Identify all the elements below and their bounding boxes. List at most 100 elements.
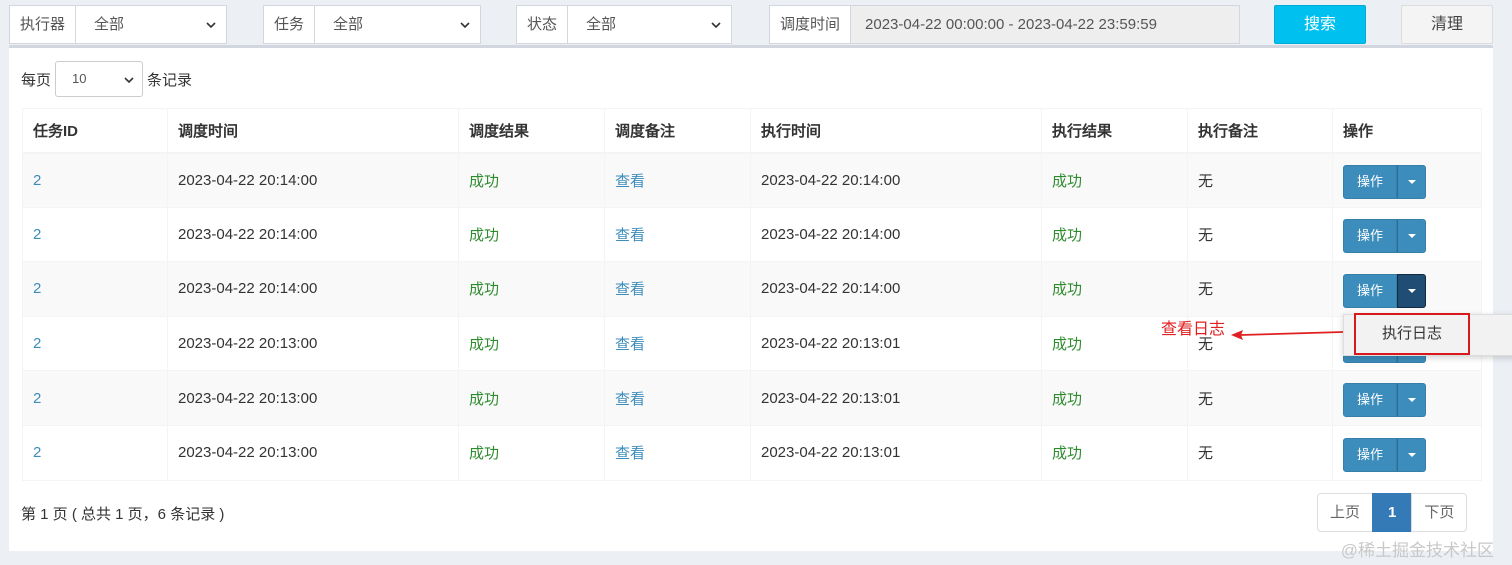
menu-item-exec-log[interactable]: 执行日志: [1354, 313, 1470, 355]
exec-result: 成功: [1041, 424, 1188, 481]
operation-button-group: 操作: [1343, 437, 1426, 472]
trigger-note-link[interactable]: 查看: [604, 424, 751, 481]
trigger-result: 成功: [458, 370, 605, 426]
operation-dropdown-toggle[interactable]: [1397, 165, 1426, 200]
caret-down-icon: [1408, 234, 1416, 239]
header-exec-time: 执行时间: [750, 108, 1042, 154]
exec-result: 成功: [1041, 370, 1188, 426]
trigger-result: 成功: [458, 206, 605, 263]
exec-result: 成功: [1041, 261, 1188, 317]
task-id-link[interactable]: 2: [22, 424, 168, 481]
table-row: 2 2023-04-22 20:14:00 成功 查看 2023-04-22 2…: [22, 206, 1482, 263]
caret-down-icon: [1408, 398, 1416, 403]
trigger-note-link[interactable]: 查看: [604, 152, 751, 208]
operation-button[interactable]: 操作: [1343, 219, 1397, 254]
chevron-down-icon: [711, 22, 721, 29]
status-select[interactable]: 全部: [568, 6, 731, 43]
exec-time: 2023-04-22 20:13:01: [750, 315, 1042, 372]
table-row: 2 2023-04-22 20:13:00 成功 查看 2023-04-22 2…: [22, 424, 1482, 481]
search-button[interactable]: 搜索: [1274, 5, 1366, 44]
prev-page-button[interactable]: 上页: [1317, 493, 1374, 532]
page-size-control: 每页 10 条记录: [21, 61, 192, 97]
task-id-link[interactable]: 2: [22, 315, 168, 372]
header-trigger-time: 调度时间: [167, 108, 459, 154]
time-range-input[interactable]: 2023-04-22 00:00:00 - 2023-04-22 23:59:5…: [851, 6, 1239, 43]
header-exec-note: 执行备注: [1187, 108, 1333, 154]
task-select[interactable]: 全部: [315, 6, 480, 43]
operation-cell: 操作: [1332, 152, 1482, 208]
page-1-button[interactable]: 1: [1372, 493, 1413, 532]
page-size-value: 10: [72, 71, 87, 86]
operation-dropdown-toggle[interactable]: [1397, 273, 1426, 308]
trigger-note-link[interactable]: 查看: [604, 370, 751, 426]
page-size-select[interactable]: 10: [55, 61, 144, 97]
operation-button[interactable]: 操作: [1343, 437, 1397, 472]
task-id-link[interactable]: 2: [22, 152, 168, 208]
caret-down-icon: [1408, 452, 1416, 457]
exec-note: 无: [1187, 424, 1333, 481]
trigger-time: 2023-04-22 20:14:00: [167, 206, 459, 263]
header-task-id: 任务ID: [22, 108, 168, 154]
operation-button[interactable]: 操作: [1343, 273, 1397, 308]
annotation-label: 查看日志: [1161, 321, 1226, 338]
watermark: @稀土掘金技术社区: [1340, 541, 1494, 560]
task-id-link[interactable]: 2: [22, 370, 168, 426]
trigger-time: 2023-04-22 20:13:00: [167, 315, 459, 372]
operation-button-group: 操作: [1343, 273, 1426, 308]
operation-dropdown-toggle[interactable]: [1397, 219, 1426, 254]
exec-note: 无: [1187, 261, 1333, 317]
trigger-time: 2023-04-22 20:13:00: [167, 370, 459, 426]
exec-note: 无: [1187, 370, 1333, 426]
executor-select-value: 全部: [94, 16, 125, 33]
chevron-down-icon: [206, 22, 216, 29]
trigger-note-link[interactable]: 查看: [604, 206, 751, 263]
header-trigger-note: 调度备注: [604, 108, 751, 154]
log-table: 任务ID 调度时间 调度结果 调度备注 执行时间 执行结果 执行备注 操作 2 …: [22, 108, 1482, 481]
executor-label: 执行器: [10, 6, 77, 43]
exec-time: 2023-04-22 20:14:00: [750, 206, 1042, 263]
pagination: 上页 1 下页: [1317, 493, 1468, 532]
chevron-down-icon: [460, 22, 470, 29]
operation-dropdown-toggle[interactable]: [1397, 437, 1426, 472]
operation-button[interactable]: 操作: [1343, 165, 1397, 200]
clear-button[interactable]: 清理: [1401, 5, 1493, 44]
operation-button[interactable]: 操作: [1343, 383, 1397, 418]
operation-cell: 操作: [1332, 206, 1482, 263]
operation-dropdown-toggle[interactable]: [1397, 383, 1426, 418]
trigger-result: 成功: [458, 424, 605, 481]
trigger-time: 2023-04-22 20:14:00: [167, 261, 459, 317]
operation-button-group: 操作: [1343, 383, 1426, 418]
exec-time: 2023-04-22 20:14:00: [750, 261, 1042, 317]
operation-cell: 操作: [1332, 370, 1482, 426]
operation-cell: 操作: [1332, 424, 1482, 481]
trigger-time: 2023-04-22 20:13:00: [167, 424, 459, 481]
trigger-result: 成功: [458, 315, 605, 372]
table-row: 2 2023-04-22 20:13:00 成功 查看 2023-04-22 2…: [22, 315, 1482, 372]
executor-filter: 执行器 全部: [9, 5, 227, 44]
table-header-row: 任务ID 调度时间 调度结果 调度备注 执行时间 执行结果 执行备注 操作: [22, 108, 1482, 154]
operation-button-group: 操作: [1343, 165, 1426, 200]
time-label: 调度时间: [770, 6, 852, 43]
trigger-note-link[interactable]: 查看: [604, 315, 751, 372]
next-page-button[interactable]: 下页: [1411, 493, 1468, 532]
trigger-time: 2023-04-22 20:14:00: [167, 152, 459, 208]
annotation-arrow-icon: [1231, 330, 1343, 340]
task-id-link[interactable]: 2: [22, 261, 168, 317]
status-select-value: 全部: [586, 16, 617, 33]
task-id-link[interactable]: 2: [22, 206, 168, 263]
operation-dropdown-menu: 执行日志: [1343, 313, 1512, 356]
exec-time: 2023-04-22 20:14:00: [750, 152, 1042, 208]
caret-down-icon: [1408, 288, 1416, 293]
task-select-value: 全部: [333, 16, 364, 33]
table-row: 2 2023-04-22 20:13:00 成功 查看 2023-04-22 2…: [22, 370, 1482, 426]
trigger-note-link[interactable]: 查看: [604, 261, 751, 317]
status-label: 状态: [517, 6, 569, 43]
time-filter: 调度时间 2023-04-22 00:00:00 - 2023-04-22 23…: [769, 5, 1240, 44]
executor-select[interactable]: 全部: [76, 6, 226, 43]
status-filter: 状态 全部: [516, 5, 732, 44]
task-filter: 任务 全部: [263, 5, 481, 44]
task-label: 任务: [264, 6, 316, 43]
chevron-down-icon: [124, 77, 134, 84]
header-exec-result: 执行结果: [1041, 108, 1188, 154]
operation-cell: 操作: [1332, 261, 1482, 317]
